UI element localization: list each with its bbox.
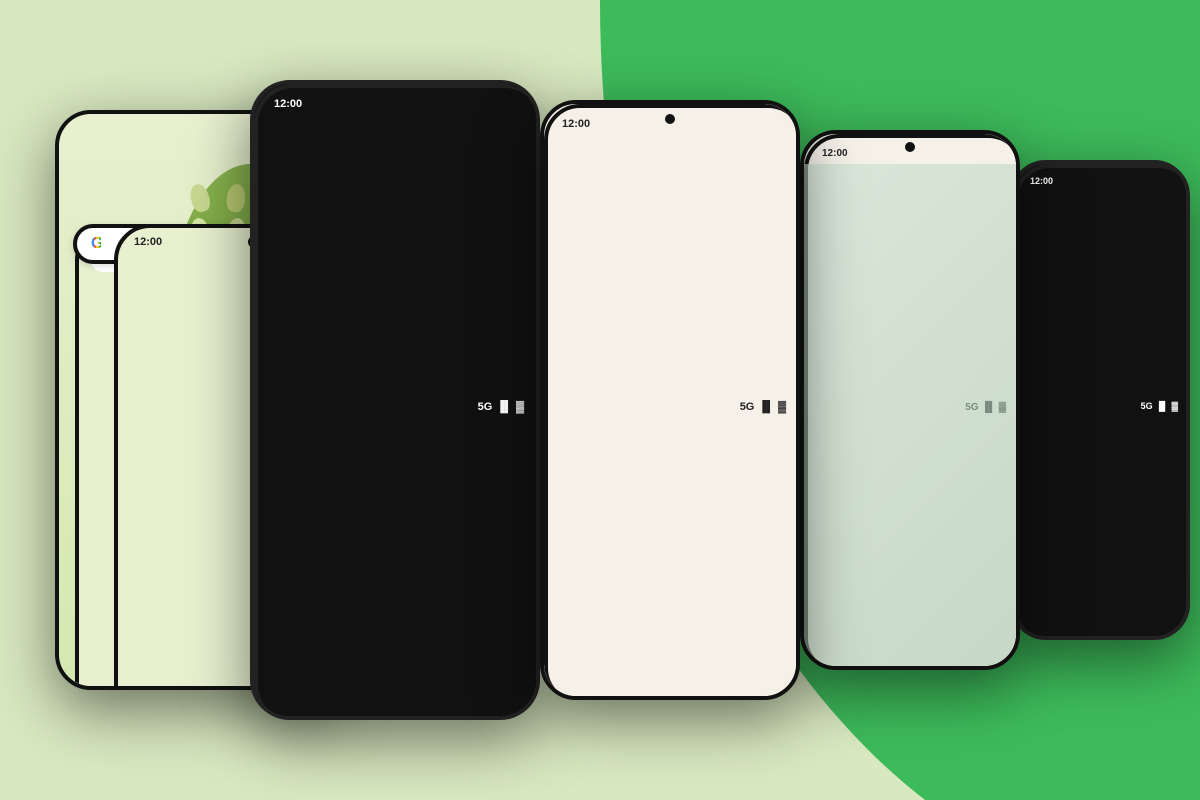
- location-notch: [905, 142, 915, 152]
- phones-wrapper: 12:00 5G ▐▌ ▓: [0, 0, 1200, 800]
- google-logo: G: [91, 235, 103, 253]
- partial-notch: [1096, 172, 1104, 180]
- privacy-screen: 12:00 5G ▐▌ ▓ ← ⋮ Privacy dashboard: [544, 104, 796, 696]
- qs-bars-icon: ▐▌: [496, 401, 512, 413]
- privacy-notch: [665, 114, 675, 124]
- privacy-signal: 5G ▐▌ ▓: [740, 118, 786, 696]
- location-perm-screen: 12:00 5G ▐▌ ▓ Save 📍 Allow [App] to acce…: [804, 134, 1016, 666]
- flower-petal: [226, 183, 246, 212]
- partial-battery-icon: ▓: [1171, 401, 1178, 411]
- qs-signal: 5G ▐▌ ▓: [478, 98, 524, 716]
- partial-screen: 12:00 5G ▐▌ ▓ Wi-Fi ›: [1014, 164, 1186, 636]
- partial-time: 12:00: [1030, 176, 1053, 636]
- partial-bars-icon: ▐▌: [1156, 401, 1169, 411]
- qs-battery-icon: ▓: [516, 401, 524, 413]
- partial-signal: 5G ▐▌ ▓: [1141, 176, 1178, 636]
- partial-network: 5G: [1141, 401, 1153, 411]
- partial-status-bar: 12:00 5G ▐▌ ▓: [1014, 164, 1186, 636]
- qs-time: 12:00: [274, 98, 302, 716]
- flower-petal: [188, 182, 213, 214]
- privacy-battery-icon: ▓: [778, 401, 786, 413]
- privacy-time: 12:00: [562, 118, 590, 696]
- phone-partial: 12:00 5G ▐▌ ▓ Wi-Fi ›: [1010, 160, 1190, 640]
- privacy-bars-icon: ▐▌: [758, 401, 774, 413]
- qs-network: 5G: [478, 401, 493, 413]
- phone-privacy: 12:00 5G ▐▌ ▓ ← ⋮ Privacy dashboard: [540, 100, 800, 700]
- map-bg: [804, 164, 1016, 666]
- phone-location-perm: 12:00 5G ▐▌ ▓ Save 📍 Allow [App] to acce…: [800, 130, 1020, 670]
- qs-status-bar: 12:00 5G ▐▌ ▓: [254, 84, 536, 716]
- qs-notch: [385, 98, 395, 108]
- quicksettings-screen: 12:00 5G ▐▌ ▓ Mon, Oct 4 ☀️ 📶: [254, 84, 536, 716]
- phone-quicksettings: 12:00 5G ▐▌ ▓ Mon, Oct 4 ☀️ 📶: [250, 80, 540, 720]
- privacy-status-bar: 12:00 5G ▐▌ ▓: [544, 104, 796, 696]
- homescreen-time: 12:00: [134, 236, 162, 686]
- privacy-network: 5G: [740, 401, 755, 413]
